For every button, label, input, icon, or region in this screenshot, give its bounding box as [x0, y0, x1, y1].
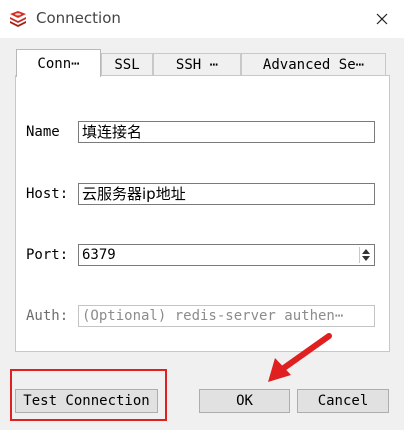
redis-icon	[10, 11, 26, 27]
title-bar: Connection	[0, 0, 404, 38]
auth-input[interactable]: (Optional) redis-server authen⋯	[78, 305, 375, 327]
ok-button[interactable]: OK	[199, 389, 290, 413]
annotation-highlight-box	[10, 369, 167, 421]
port-stepper[interactable]	[359, 247, 372, 263]
spin-down-icon[interactable]	[362, 256, 370, 261]
window-title: Connection	[36, 9, 121, 27]
annotation-arrow-icon	[268, 333, 332, 382]
tab-connection[interactable]: Conn⋯	[16, 49, 101, 77]
close-icon	[376, 13, 388, 25]
port-value: 6379	[82, 247, 116, 263]
auth-label: Auth:	[26, 308, 69, 324]
close-button[interactable]	[368, 6, 396, 32]
cancel-button[interactable]: Cancel	[297, 389, 389, 413]
host-label: Host:	[26, 186, 69, 202]
name-label: Name	[26, 124, 60, 140]
host-input[interactable]: 云服务器ip地址	[78, 183, 375, 205]
port-spinbox[interactable]: 6379	[78, 244, 375, 266]
port-label: Port:	[26, 247, 69, 263]
spin-up-icon[interactable]	[362, 249, 370, 254]
name-input[interactable]: 填连接名	[78, 121, 375, 143]
tab-ssl[interactable]: SSL	[101, 53, 153, 75]
tab-ssh[interactable]: SSH ⋯	[153, 53, 241, 75]
tab-advanced-settings[interactable]: Advanced Se⋯	[241, 53, 386, 75]
